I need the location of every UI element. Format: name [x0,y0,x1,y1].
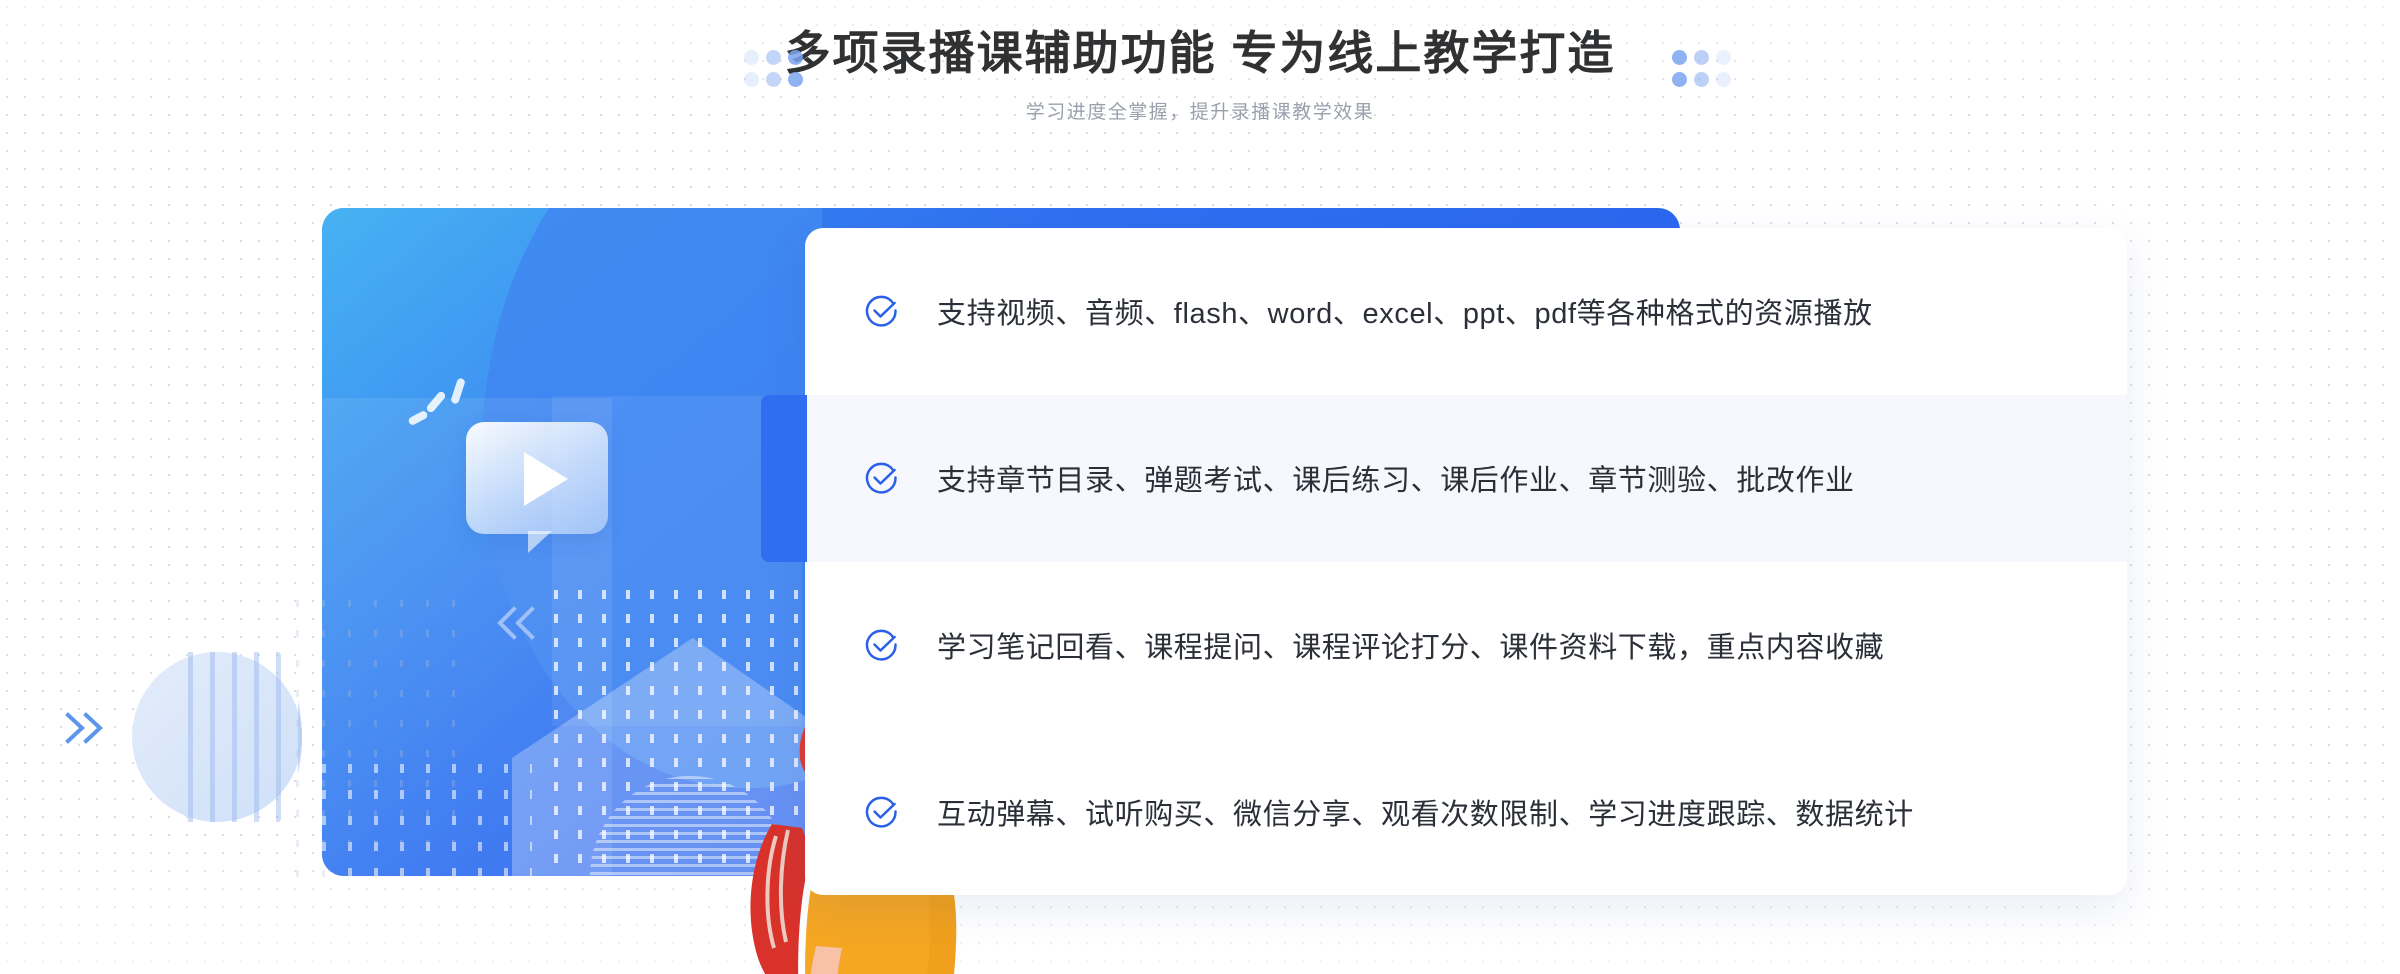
chevron-double-left-icon [497,606,535,640]
check-circle-icon [865,296,897,327]
chevron-double-right-icon [65,712,103,744]
check-circle-icon [865,796,897,828]
dot [1694,72,1709,87]
check-circle-icon [865,462,897,494]
dot [788,50,803,65]
decorative-dot-cluster-right [1672,50,1731,87]
feature-row[interactable]: 支持视频、音频、flash、word、excel、ppt、pdf等各种格式的资源… [805,228,2127,395]
dot [744,50,759,65]
check-circle-icon [865,629,897,661]
feature-row[interactable]: 互动弹幕、试听购买、微信分享、观看次数限制、学习进度跟踪、数据统计 [805,728,2127,895]
video-play-speech-bubble [466,422,608,553]
feature-list: 支持视频、音频、flash、word、excel、ppt、pdf等各种格式的资源… [761,228,2127,895]
page-subtitle: 学习进度全掌握，提升录播课教学效果 [1025,102,1375,124]
dot [744,72,759,87]
feature-text: 支持视频、音频、flash、word、excel、ppt、pdf等各种格式的资源… [937,298,1873,331]
dot [766,50,781,65]
decorative-speck-field [296,600,476,900]
feature-row[interactable]: 学习笔记回看、课程提问、课程评论打分、课件资料下载，重点内容收藏 [805,562,2127,729]
dot [788,72,803,87]
feature-text: 互动弹幕、试听购买、微信分享、观看次数限制、学习进度跟踪、数据统计 [937,798,1914,831]
dot [1672,72,1687,87]
feature-row-active[interactable]: 支持章节目录、弹题考试、课后练习、课后作业、章节测验、批改作业 [761,394,2127,562]
feature-text: 学习笔记回看、课程提问、课程评论打分、课件资料下载，重点内容收藏 [937,631,1885,664]
decorative-dot-cluster-left [744,50,803,87]
dot [1716,50,1731,65]
page-title: 多项录播课辅助功能 专为线上教学打造 [784,27,1616,79]
feature-text: 支持章节目录、弹题考试、课后练习、课后作业、章节测验、批改作业 [937,465,1855,498]
header: 多项录播课辅助功能 专为线上教学打造 学习进度全掌握，提升录播课教学效果 [0,0,2400,160]
decorative-circle-ticks [188,652,302,822]
dot [1716,72,1731,87]
features-card: 支持视频、音频、flash、word、excel、ppt、pdf等各种格式的资源… [761,228,2127,895]
dot [766,72,781,87]
dot [1694,50,1709,65]
dot [1672,50,1687,65]
play-icon [524,452,568,506]
